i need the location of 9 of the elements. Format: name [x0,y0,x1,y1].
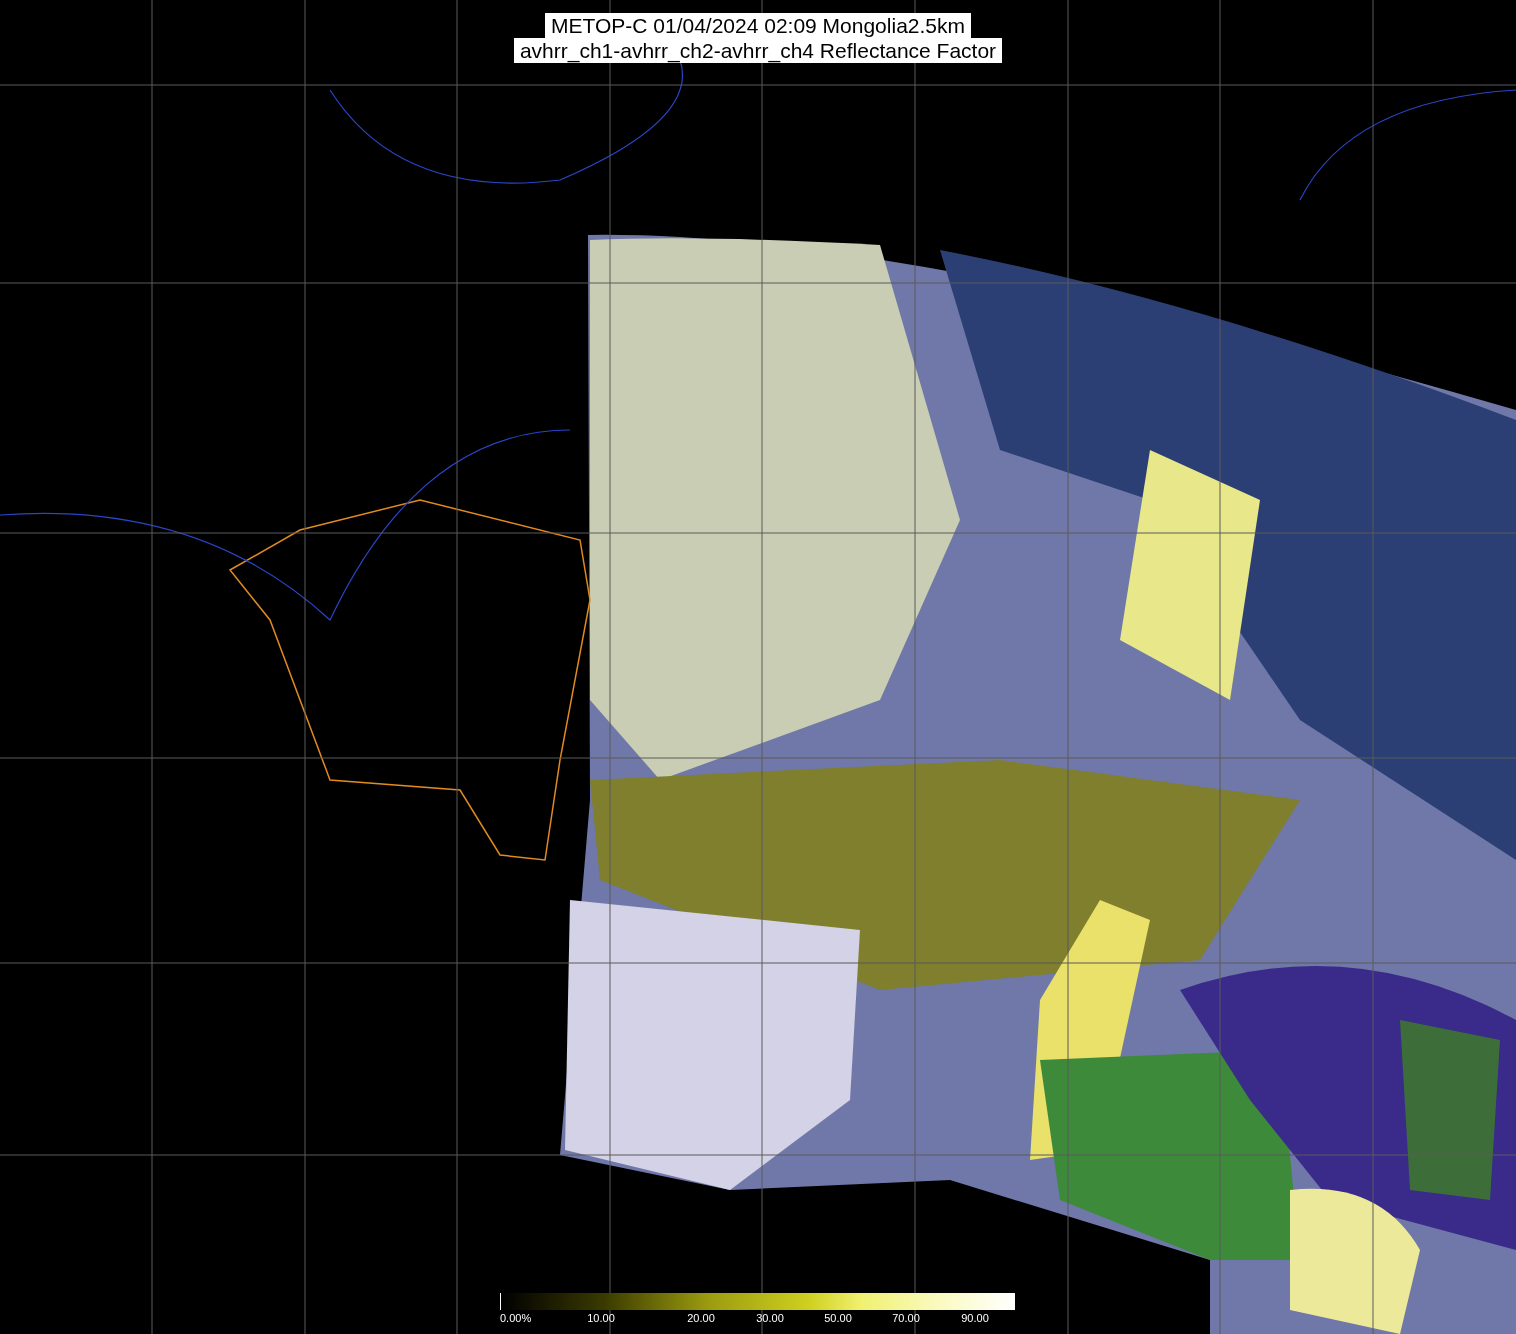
colorbar-label: 10.00 [587,1312,615,1324]
colorbar-label: 50.00 [824,1312,852,1324]
colorbar-label: 70.00 [892,1312,920,1324]
map-subtitle: avhrr_ch1-avhrr_ch2-avhrr_ch4 Reflectance Factor [513,38,1003,63]
map-title: METOP-C 01/04/2024 02:09 Mongolia2.5km [545,13,971,38]
colorbar-label: 0.00% [500,1312,532,1324]
colorbar-label: 30.00 [756,1312,784,1324]
colorbar-label: 20.00 [687,1312,715,1324]
colorbar-label: 90.00 [961,1312,989,1324]
